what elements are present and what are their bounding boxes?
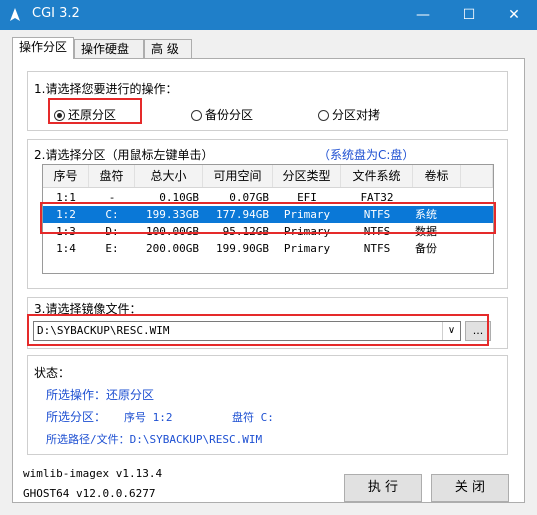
status-group: 状态： 所选操作：还原分区 所选分区： 序号 1:2 盘符 C: 所选路径/文件… <box>27 355 508 455</box>
system-drive-note: （系统盘为C:盘） <box>318 148 415 162</box>
execute-button[interactable]: 执 行 <box>344 474 422 502</box>
table-row[interactable]: 1:4 E: 200.00GB 199.90GB Primary NTFS 备份 <box>43 240 493 257</box>
col-label[interactable]: 卷标 <box>413 165 461 187</box>
status-operation: 所选操作：还原分区 <box>46 388 155 402</box>
wimlib-version: wimlib-imagex v1.13.4 <box>23 467 163 480</box>
main-panel: 1.请选择您要进行的操作： 还原分区 备份分区 分区对拷 2.请选择分区（用鼠标… <box>12 58 525 503</box>
radio-dot-icon <box>318 110 329 121</box>
operation-label: 1.请选择您要进行的操作： <box>34 82 178 96</box>
col-extra <box>461 165 493 187</box>
col-drive[interactable]: 盘符 <box>89 165 135 187</box>
window-title: CGI 3.2 <box>32 6 80 21</box>
title-bar: CGI 3.2 — ☐ ✕ <box>0 0 537 30</box>
highlight-box <box>27 314 489 346</box>
table-header: 序号 盘符 总大小 可用空间 分区类型 文件系统 卷标 <box>43 165 493 188</box>
radio-backup[interactable]: 备份分区 <box>191 106 253 123</box>
minimize-button[interactable]: — <box>400 0 446 30</box>
close-window-button[interactable]: ✕ <box>491 0 537 30</box>
app-icon <box>10 8 20 21</box>
radio-copy[interactable]: 分区对拷 <box>318 106 380 123</box>
tab-disk[interactable]: 操作硬盘 <box>74 39 144 58</box>
status-title: 状态： <box>34 366 71 380</box>
col-type[interactable]: 分区类型 <box>273 165 341 187</box>
ghost-version: GHOST64 v12.0.0.6277 <box>23 487 156 500</box>
status-partition-num: 序号 1:2 <box>124 411 173 424</box>
radio-dot-icon <box>191 110 202 121</box>
status-partition-prefix: 所选分区： <box>46 410 107 424</box>
col-total[interactable]: 总大小 <box>135 165 203 187</box>
partition-group: 2.请选择分区（用鼠标左键单击） （系统盘为C:盘） 序号 盘符 总大小 可用空… <box>27 139 508 289</box>
col-index[interactable]: 序号 <box>43 165 89 187</box>
close-button[interactable]: 关 闭 <box>431 474 509 502</box>
partition-label: 2.请选择分区（用鼠标左键单击） <box>34 148 214 162</box>
highlight-box <box>40 202 496 234</box>
tab-advanced[interactable]: 高 级 <box>144 39 192 58</box>
status-path: 所选路径/文件：D:\SYBACKUP\RESC.WIM <box>46 433 263 446</box>
tab-partition[interactable]: 操作分区 <box>12 37 74 59</box>
col-fs[interactable]: 文件系统 <box>341 165 413 187</box>
operation-group: 1.请选择您要进行的操作： 还原分区 备份分区 分区对拷 <box>27 71 508 131</box>
col-free[interactable]: 可用空间 <box>203 165 273 187</box>
maximize-button[interactable]: ☐ <box>446 0 492 30</box>
highlight-box <box>48 98 142 124</box>
status-partition-drive: 盘符 C: <box>232 411 274 424</box>
